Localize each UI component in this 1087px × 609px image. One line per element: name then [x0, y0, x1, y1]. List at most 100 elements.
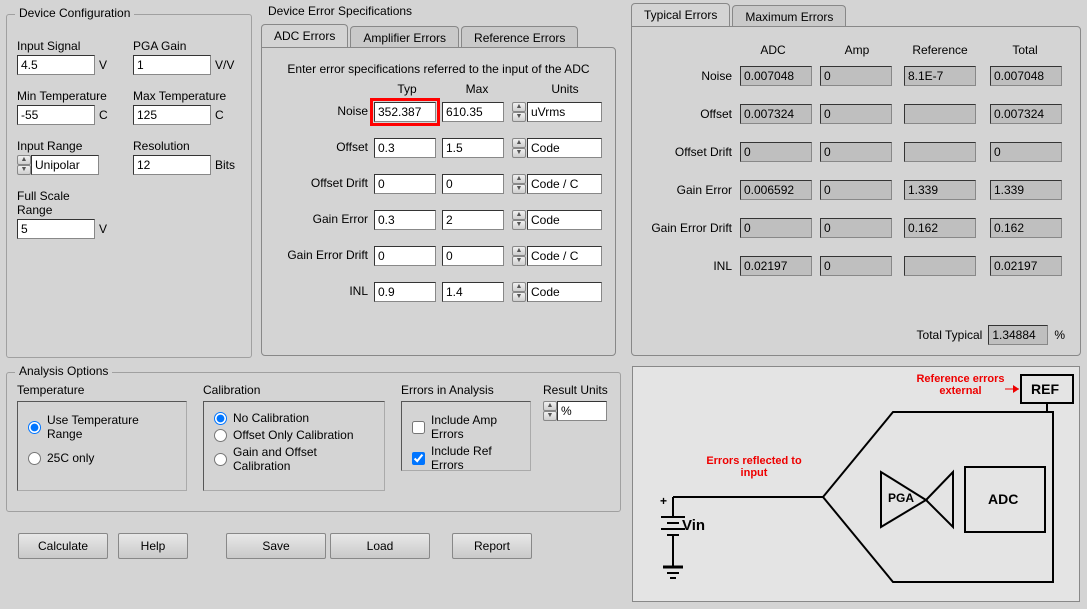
spinner-down-icon[interactable]: ▼: [512, 148, 526, 158]
result-units-spinner[interactable]: ▲ ▼: [543, 401, 557, 421]
spinner-down-icon[interactable]: ▼: [543, 411, 557, 421]
full-scale-label: Full Scale Range: [17, 189, 77, 217]
error-unit-input[interactable]: [527, 282, 602, 302]
radio-temp-range-label: Use Temperature Range: [47, 413, 176, 441]
col-amp: Amp: [822, 43, 892, 57]
error-max-input[interactable]: [442, 138, 504, 158]
radio-no-cal[interactable]: No Calibration: [214, 411, 374, 425]
result-total: [990, 256, 1062, 276]
col-typ: Typ: [372, 82, 442, 96]
spinner-down-icon[interactable]: ▼: [512, 112, 526, 122]
result-ref: [904, 180, 976, 200]
error-unit-spinner[interactable]: ▲▼: [512, 282, 526, 302]
calculate-button[interactable]: Calculate: [18, 533, 108, 559]
input-range-input[interactable]: [31, 155, 99, 175]
error-max-input[interactable]: [442, 282, 504, 302]
error-typ-input[interactable]: [374, 102, 436, 122]
tab-adc-errors[interactable]: ADC Errors: [261, 24, 348, 47]
error-unit-spinner[interactable]: ▲▼: [512, 210, 526, 230]
save-button[interactable]: Save: [226, 533, 326, 559]
error-max-input[interactable]: [442, 246, 504, 266]
spinner-down-icon[interactable]: ▼: [512, 256, 526, 266]
spinner-up-icon[interactable]: ▲: [512, 174, 526, 184]
check-amp-errors[interactable]: Include Amp Errors: [412, 413, 520, 441]
resolution-input[interactable]: [133, 155, 211, 175]
error-typ-input[interactable]: [374, 282, 436, 302]
error-unit-spinner[interactable]: ▲▼: [512, 246, 526, 266]
device-config-panel: Device Configuration Input Signal V PGA …: [6, 14, 252, 358]
report-button[interactable]: Report: [452, 533, 532, 559]
radio-offset-cal[interactable]: Offset Only Calibration: [214, 428, 374, 442]
error-typ-input[interactable]: [374, 210, 436, 230]
spinner-down-icon[interactable]: ▼: [512, 184, 526, 194]
max-temp-unit: C: [215, 108, 224, 122]
input-range-spinner[interactable]: ▲ ▼: [17, 155, 31, 175]
min-temp-unit: C: [99, 108, 108, 122]
max-temp-input[interactable]: [133, 105, 211, 125]
min-temp-input[interactable]: [17, 105, 95, 125]
spinner-down-icon[interactable]: ▼: [512, 220, 526, 230]
spinner-up-icon[interactable]: ▲: [543, 401, 557, 411]
result-adc: [740, 104, 812, 124]
col-units: Units: [530, 82, 600, 96]
spinner-up-icon[interactable]: ▲: [512, 246, 526, 256]
total-typical-value: [988, 325, 1048, 345]
error-unit-spinner[interactable]: ▲▼: [512, 102, 526, 122]
errors-in-title: Errors in Analysis: [401, 383, 531, 397]
result-total: [990, 180, 1062, 200]
error-unit-spinner[interactable]: ▲▼: [512, 174, 526, 194]
radio-temp-range[interactable]: Use Temperature Range: [28, 413, 176, 441]
result-adc: [740, 218, 812, 238]
result-ref: [904, 66, 976, 86]
error-max-input[interactable]: [442, 102, 504, 122]
error-spec-heading: Enter error specifications referred to t…: [262, 62, 615, 76]
err-reflected-label: Errors reflected to input: [699, 455, 809, 479]
error-unit-input[interactable]: [527, 102, 602, 122]
tab-typical-errors[interactable]: Typical Errors: [631, 3, 730, 26]
tab-amp-errors[interactable]: Amplifier Errors: [350, 26, 459, 49]
diagram-panel: + PGA ADC REF Vin Reference errors exter…: [632, 366, 1080, 602]
analysis-panel: Analysis Options Temperature Use Tempera…: [6, 372, 621, 512]
error-typ-input[interactable]: [374, 174, 436, 194]
adc-label: ADC: [988, 491, 1018, 507]
result-amp: [820, 66, 892, 86]
load-button[interactable]: Load: [330, 533, 430, 559]
error-max-input[interactable]: [442, 210, 504, 230]
full-scale-input[interactable]: [17, 219, 95, 239]
spinner-up-icon[interactable]: ▲: [512, 210, 526, 220]
radio-temp-25c[interactable]: 25C only: [28, 451, 176, 465]
result-units-group: Result Units ▲ ▼: [543, 383, 608, 421]
input-signal-unit: V: [99, 58, 107, 72]
spinner-up-icon[interactable]: ▲: [512, 282, 526, 292]
error-typ-input[interactable]: [374, 246, 436, 266]
result-row-label: Noise: [632, 69, 732, 83]
error-unit-input[interactable]: [527, 138, 602, 158]
result-adc: [740, 256, 812, 276]
error-unit-input[interactable]: [527, 246, 602, 266]
spinner-down-icon[interactable]: ▼: [17, 165, 31, 175]
error-max-input[interactable]: [442, 174, 504, 194]
error-unit-spinner[interactable]: ▲▼: [512, 138, 526, 158]
total-typical-unit: %: [1054, 328, 1065, 342]
tab-maximum-errors[interactable]: Maximum Errors: [732, 5, 846, 28]
help-button[interactable]: Help: [118, 533, 188, 559]
temperature-group: Temperature Use Temperature Range 25C on…: [17, 383, 187, 491]
result-adc: [740, 66, 812, 86]
error-unit-input[interactable]: [527, 174, 602, 194]
check-ref-errors-label: Include Ref Errors: [431, 444, 520, 472]
spinner-down-icon[interactable]: ▼: [512, 292, 526, 302]
resolution-label: Resolution: [133, 139, 190, 153]
col-reference: Reference: [900, 43, 980, 57]
result-row: Gain Error Drift: [632, 217, 1080, 245]
check-ref-errors[interactable]: Include Ref Errors: [412, 444, 520, 472]
tab-ref-errors[interactable]: Reference Errors: [461, 26, 578, 49]
spinner-up-icon[interactable]: ▲: [512, 102, 526, 112]
input-signal-input[interactable]: [17, 55, 95, 75]
error-unit-input[interactable]: [527, 210, 602, 230]
spinner-up-icon[interactable]: ▲: [17, 155, 31, 165]
result-units-input[interactable]: [557, 401, 607, 421]
radio-gain-offset-cal[interactable]: Gain and Offset Calibration: [214, 445, 374, 473]
spinner-up-icon[interactable]: ▲: [512, 138, 526, 148]
pga-gain-input[interactable]: [133, 55, 211, 75]
error-typ-input[interactable]: [374, 138, 436, 158]
